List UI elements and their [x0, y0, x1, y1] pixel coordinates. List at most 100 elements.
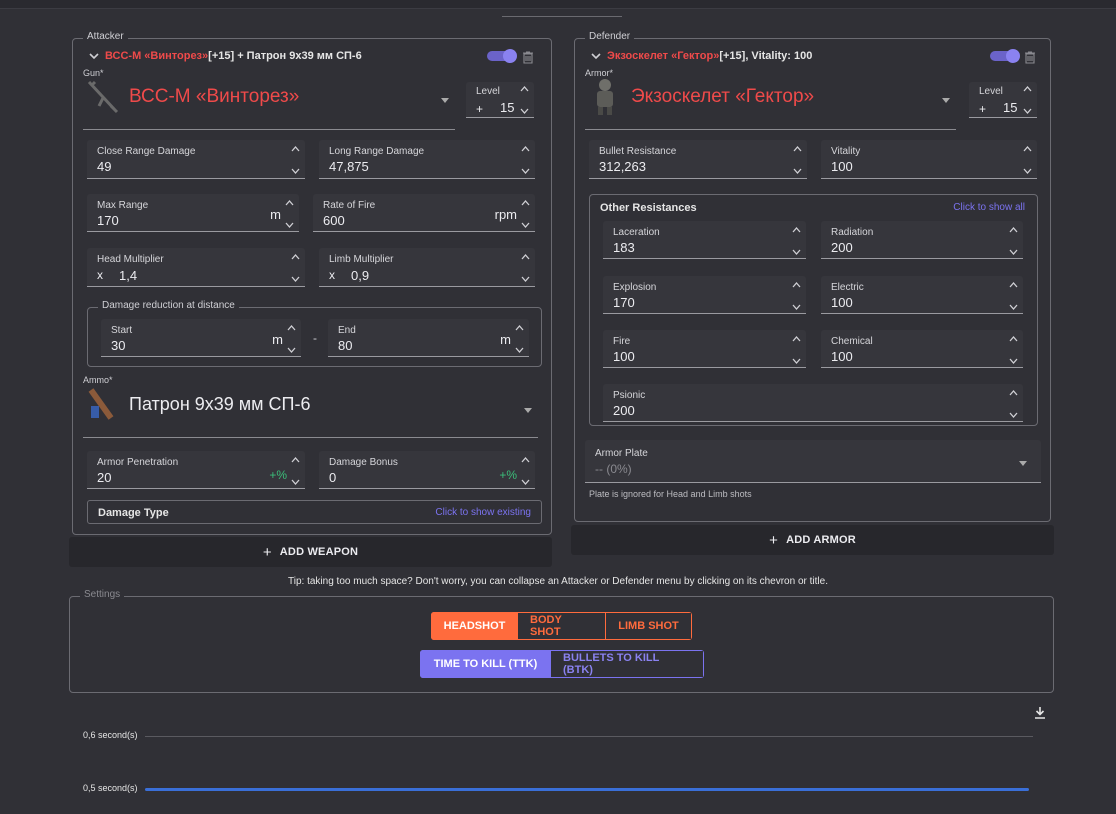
- spinner-icon[interactable]: [291, 145, 300, 175]
- headshot-button[interactable]: HEADSHOT: [431, 612, 518, 640]
- spinner-icon[interactable]: [792, 226, 801, 256]
- fire-field[interactable]: Fire 100: [603, 330, 806, 368]
- damage-bonus-field[interactable]: Damage Bonus 0 +%: [319, 451, 535, 489]
- damage-type-title: Damage Type: [98, 507, 169, 519]
- attacker-title[interactable]: ВСС-М «Винторез» [+15] + Патрон 9x39 мм …: [87, 49, 362, 63]
- reduction-start-field[interactable]: Start 30 m: [101, 319, 301, 357]
- attacker-panel: Attacker ВСС-М «Винторез» [+15] + Патрон…: [72, 31, 552, 535]
- dropdown-arrow-icon[interactable]: [942, 98, 950, 103]
- armor-select[interactable]: Экзоскелет «Гектор»: [585, 74, 956, 130]
- dropdown-arrow-icon[interactable]: [441, 98, 449, 103]
- armor-name: Экзоскелет «Гектор»: [631, 86, 815, 107]
- damage-type-section[interactable]: Damage Type Click to show existing: [87, 500, 542, 524]
- spinner-icon[interactable]: [1009, 335, 1018, 365]
- mode-group: TIME TO KILL (TTK) BULLETS TO KILL (BTK): [420, 650, 704, 678]
- other-resistances-link[interactable]: Click to show all: [953, 202, 1025, 213]
- other-resistances-group: Other Resistances Click to show all Lace…: [589, 194, 1038, 426]
- armor-plate-select[interactable]: Armor Plate -- (0%): [585, 440, 1041, 483]
- level-prefix: +: [476, 102, 484, 116]
- settings-panel: Settings HEADSHOT BODY SHOT LIMB SHOT TI…: [69, 589, 1054, 693]
- reduction-end-field[interactable]: End 80 m: [328, 319, 529, 357]
- plus-icon: +: [262, 543, 272, 561]
- spinner-icon[interactable]: [291, 456, 300, 486]
- spinner-icon[interactable]: [792, 281, 801, 311]
- level-value: 15: [500, 100, 515, 115]
- spinner-icon[interactable]: [792, 335, 801, 365]
- spinner-icon[interactable]: [1023, 85, 1032, 115]
- gun-name: ВСС-М «Винторез»: [129, 86, 300, 107]
- defender-toggle[interactable]: [990, 49, 1020, 63]
- spinner-icon[interactable]: [793, 145, 802, 175]
- top-select[interactable]: [502, 4, 622, 17]
- defender-legend: Defender: [585, 31, 635, 42]
- chevron-down-icon[interactable]: [87, 49, 101, 63]
- long-range-damage-field[interactable]: Long Range Damage 47,875: [319, 140, 535, 179]
- damage-type-link[interactable]: Click to show existing: [435, 507, 531, 518]
- other-resistances-title: Other Resistances: [600, 202, 697, 214]
- spinner-icon[interactable]: [521, 456, 530, 486]
- range-separator: -: [313, 331, 317, 345]
- rate-of-fire-field[interactable]: Rate of Fire 600 rpm: [313, 194, 535, 232]
- electric-field[interactable]: Electric 100: [821, 276, 1023, 314]
- trash-icon[interactable]: [522, 50, 534, 64]
- download-icon[interactable]: [1033, 706, 1047, 720]
- spinner-icon[interactable]: [1009, 281, 1018, 311]
- body-shot-button[interactable]: BODY SHOT: [518, 612, 606, 640]
- plus-icon: +: [769, 531, 779, 549]
- damage-reduction-group: Damage reduction at distance Start 30 m …: [87, 300, 542, 367]
- trash-icon[interactable]: [1024, 50, 1036, 64]
- spinner-icon[interactable]: [521, 253, 530, 283]
- attacker-title-name: ВСС-М «Винторез»: [105, 50, 209, 62]
- vitality-field[interactable]: Vitality 100: [821, 140, 1037, 179]
- radiation-field[interactable]: Radiation 200: [821, 221, 1023, 259]
- defender-title[interactable]: Экзоскелет «Гектор» [+15], Vitality: 100: [589, 49, 812, 63]
- ammo-select[interactable]: Патрон 9x39 мм СП-6: [83, 382, 538, 438]
- rifle-icon: [87, 80, 119, 114]
- chemical-field[interactable]: Chemical 100: [821, 330, 1023, 368]
- limb-shot-button[interactable]: LIMB SHOT: [606, 612, 692, 640]
- armor-penetration-field[interactable]: Armor Penetration 20 +%: [87, 451, 305, 489]
- explosion-field[interactable]: Explosion 170: [603, 276, 806, 314]
- gun-select[interactable]: ВСС-М «Винторез»: [83, 74, 455, 130]
- bullet-resistance-field[interactable]: Bullet Resistance 312,263: [589, 140, 807, 179]
- limb-multiplier-field[interactable]: Limb Multiplier x 0,9: [319, 248, 535, 287]
- ammo-box-icon: [88, 388, 114, 420]
- defender-title-rest: [+15], Vitality: 100: [719, 50, 813, 62]
- chart-gridline: [145, 736, 1033, 737]
- attacker-title-rest: [+15] + Патрон 9x39 мм СП-6: [208, 50, 362, 62]
- spinner-icon[interactable]: [287, 324, 296, 354]
- max-range-field[interactable]: Max Range 170 m: [87, 194, 299, 232]
- spinner-icon[interactable]: [285, 199, 294, 229]
- chevron-down-icon[interactable]: [589, 49, 603, 63]
- btk-button[interactable]: BULLETS TO KILL (BTK): [551, 650, 704, 678]
- psionic-field[interactable]: Psionic 200: [603, 384, 1023, 422]
- dropdown-arrow-icon[interactable]: [524, 408, 532, 413]
- laceration-field[interactable]: Laceration 183: [603, 221, 806, 259]
- chart-bar: [145, 788, 1029, 791]
- level-label: Level: [476, 86, 500, 97]
- spinner-icon[interactable]: [1009, 389, 1018, 419]
- settings-legend: Settings: [80, 589, 125, 600]
- defender-title-name: Экзоскелет «Гектор»: [607, 50, 720, 62]
- shot-type-group: HEADSHOT BODY SHOT LIMB SHOT: [431, 612, 692, 640]
- dropdown-arrow-icon[interactable]: [1019, 461, 1027, 466]
- spinner-icon[interactable]: [521, 199, 530, 229]
- attacker-toggle[interactable]: [487, 49, 517, 63]
- close-range-damage-field[interactable]: Close Range Damage 49: [87, 140, 305, 179]
- add-armor-button[interactable]: + ADD ARMOR: [571, 525, 1054, 555]
- ammo-name: Патрон 9x39 мм СП-6: [129, 394, 311, 414]
- gun-level-field[interactable]: Level + 15: [466, 82, 534, 118]
- plate-hint: Plate is ignored for Head and Limb shots: [589, 489, 752, 499]
- spinner-icon[interactable]: [521, 145, 530, 175]
- chart-tick-label: 0,5 second(s): [83, 783, 138, 793]
- add-weapon-button[interactable]: + ADD WEAPON: [69, 537, 552, 567]
- head-multiplier-field[interactable]: Head Multiplier x 1,4: [87, 248, 305, 287]
- spinner-icon[interactable]: [1009, 226, 1018, 256]
- attacker-legend: Attacker: [83, 31, 128, 42]
- armor-level-field[interactable]: Level + 15: [969, 82, 1037, 118]
- spinner-icon[interactable]: [515, 324, 524, 354]
- spinner-icon[interactable]: [520, 85, 529, 115]
- spinner-icon[interactable]: [1023, 145, 1032, 175]
- spinner-icon[interactable]: [291, 253, 300, 283]
- ttk-button[interactable]: TIME TO KILL (TTK): [420, 650, 551, 678]
